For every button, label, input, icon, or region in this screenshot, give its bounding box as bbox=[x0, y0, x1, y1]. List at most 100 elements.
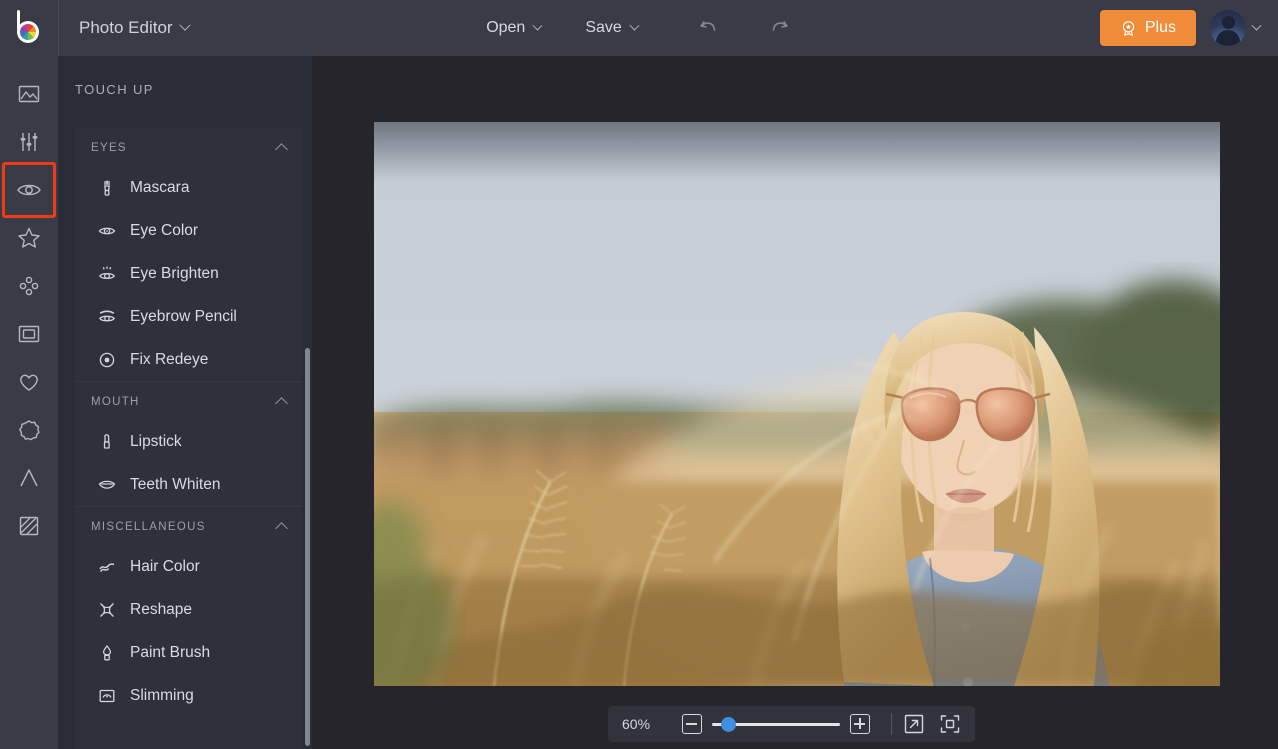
hatched-square-icon bbox=[16, 513, 42, 539]
tool-label: Hair Color bbox=[130, 558, 200, 576]
tool-lipstick[interactable]: Lipstick bbox=[75, 420, 302, 463]
starburst-icon bbox=[16, 417, 42, 443]
tool-label: Eye Color bbox=[130, 222, 198, 240]
rail-item-stickers[interactable] bbox=[0, 406, 58, 454]
section-label-miscellaneous: MISCELLANEOUS bbox=[91, 521, 206, 533]
section-label-eyes: EYES bbox=[91, 142, 127, 154]
undo-arrow-icon bbox=[697, 16, 721, 40]
tool-hair-color[interactable]: Hair Color bbox=[75, 545, 302, 588]
avatar bbox=[1210, 10, 1246, 46]
plus-upgrade-button[interactable]: Plus bbox=[1100, 10, 1196, 46]
plus-label: Plus bbox=[1145, 19, 1176, 37]
frame-square-icon bbox=[16, 321, 42, 347]
redo-button[interactable] bbox=[762, 11, 796, 45]
lipstick-icon bbox=[97, 433, 116, 451]
touchup-panel: TOUCH UP EYES Mascara bbox=[58, 56, 312, 749]
tool-label: Fix Redeye bbox=[130, 351, 208, 369]
heart-icon bbox=[16, 369, 42, 395]
reshape-icon bbox=[97, 601, 116, 619]
top-toolbar: Photo Editor Open Save bbox=[0, 0, 1278, 56]
tool-eye-color[interactable]: Eye Color bbox=[75, 209, 302, 252]
app-title-menu[interactable]: Photo Editor bbox=[59, 0, 203, 56]
zoom-slider-handle[interactable] bbox=[721, 717, 736, 732]
sliders-icon bbox=[16, 129, 42, 155]
star-icon bbox=[16, 225, 42, 251]
tool-fix-redeye[interactable]: Fix Redeye bbox=[75, 338, 302, 381]
photo-editor-app: Photo Editor Open Save bbox=[0, 0, 1278, 749]
left-tool-rail bbox=[0, 56, 58, 749]
eyebrow-pencil-icon bbox=[97, 308, 116, 326]
panel-sections: EYES Mascara Ey bbox=[75, 128, 302, 749]
fix-redeye-icon bbox=[97, 351, 116, 369]
fit-to-screen-icon bbox=[939, 713, 961, 735]
chevron-up-icon bbox=[275, 522, 288, 535]
redo-arrow-icon bbox=[767, 16, 791, 40]
zoom-slider[interactable] bbox=[712, 714, 840, 734]
tool-label: Mascara bbox=[130, 179, 189, 197]
zoom-in-button[interactable] bbox=[850, 714, 870, 734]
rail-item-frames[interactable] bbox=[0, 310, 58, 358]
zoom-level-value: 60% bbox=[622, 716, 672, 732]
rail-item-adjust[interactable] bbox=[0, 118, 58, 166]
tool-mascara[interactable]: Mascara bbox=[75, 166, 302, 209]
rail-item-favorites[interactable] bbox=[0, 358, 58, 406]
tool-label: Eyebrow Pencil bbox=[130, 308, 237, 326]
chevron-up-icon bbox=[275, 143, 288, 156]
panel-scrollbar[interactable] bbox=[305, 348, 310, 746]
app-logo[interactable] bbox=[0, 0, 58, 56]
chevron-down-icon bbox=[1252, 20, 1262, 30]
tool-paint-brush[interactable]: Paint Brush bbox=[75, 631, 302, 674]
rail-item-textures[interactable] bbox=[0, 502, 58, 550]
rail-item-image[interactable] bbox=[0, 70, 58, 118]
tool-eye-brighten[interactable]: Eye Brighten bbox=[75, 252, 302, 295]
chevron-down-icon bbox=[179, 20, 190, 31]
expand-arrow-icon bbox=[903, 713, 925, 735]
tool-teeth-whiten[interactable]: Teeth Whiten bbox=[75, 463, 302, 506]
chevron-up-icon bbox=[275, 397, 288, 410]
zoom-toolbar: 60% bbox=[608, 706, 975, 742]
photo-image bbox=[374, 122, 1220, 686]
section-label-mouth: MOUTH bbox=[91, 396, 140, 408]
divider bbox=[891, 713, 892, 735]
open-label: Open bbox=[486, 19, 525, 37]
editor-canvas: 60% bbox=[312, 56, 1278, 749]
app-title-label: Photo Editor bbox=[79, 18, 173, 38]
tool-label: Lipstick bbox=[130, 433, 182, 451]
hair-color-icon bbox=[97, 558, 116, 576]
account-menu[interactable] bbox=[1210, 10, 1266, 46]
chevron-down-icon bbox=[533, 20, 543, 30]
mascara-icon bbox=[97, 179, 116, 197]
section-header-eyes[interactable]: EYES bbox=[75, 128, 302, 166]
letter-a-icon bbox=[16, 465, 42, 491]
photo-preview[interactable] bbox=[374, 122, 1220, 686]
rail-item-effects[interactable] bbox=[0, 214, 58, 262]
rail-item-touchup[interactable] bbox=[0, 166, 58, 214]
tool-label: Slimming bbox=[130, 687, 194, 705]
section-header-miscellaneous[interactable]: MISCELLANEOUS bbox=[75, 506, 302, 545]
panel-title: TOUCH UP bbox=[58, 56, 312, 117]
tool-eyebrow-pencil[interactable]: Eyebrow Pencil bbox=[75, 295, 302, 338]
tool-label: Teeth Whiten bbox=[130, 476, 220, 494]
save-menu-button[interactable]: Save bbox=[581, 13, 641, 43]
badge-star-icon bbox=[1120, 20, 1137, 37]
eye-icon bbox=[15, 176, 43, 204]
eye-color-icon bbox=[97, 222, 116, 240]
slimming-icon bbox=[97, 687, 116, 705]
rail-item-overlays[interactable] bbox=[0, 262, 58, 310]
eye-brighten-icon bbox=[97, 265, 116, 283]
teeth-whiten-icon bbox=[97, 476, 116, 494]
tool-label: Reshape bbox=[130, 601, 192, 619]
fit-to-screen-button[interactable] bbox=[939, 713, 961, 735]
expand-button[interactable] bbox=[903, 713, 925, 735]
color-wheel-logo-icon bbox=[14, 13, 44, 43]
tool-label: Eye Brighten bbox=[130, 265, 219, 283]
dots-cluster-icon bbox=[16, 273, 42, 299]
rail-item-text[interactable] bbox=[0, 454, 58, 502]
zoom-out-button[interactable] bbox=[682, 714, 702, 734]
tool-slimming[interactable]: Slimming bbox=[75, 674, 302, 717]
section-header-mouth[interactable]: MOUTH bbox=[75, 381, 302, 420]
undo-button[interactable] bbox=[692, 11, 726, 45]
tool-label: Paint Brush bbox=[130, 644, 210, 662]
tool-reshape[interactable]: Reshape bbox=[75, 588, 302, 631]
open-menu-button[interactable]: Open bbox=[482, 13, 545, 43]
